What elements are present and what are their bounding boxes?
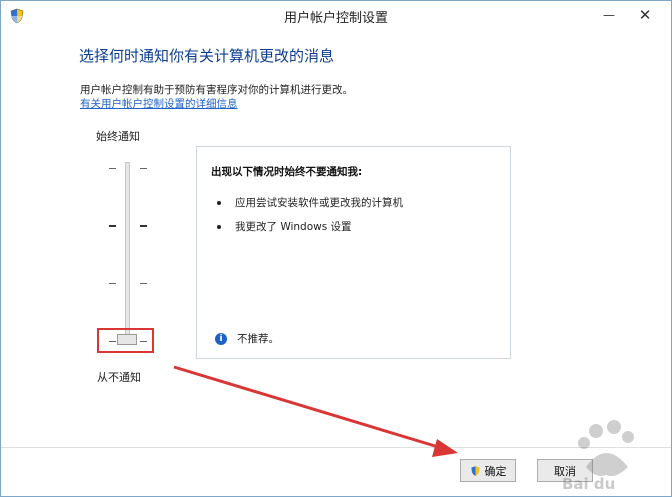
uac-settings-window: 用户帐户控制设置 — ✕ 选择何时通知你有关计算机更改的消息 用户帐户控制有助于… <box>0 0 672 497</box>
minimize-button[interactable]: — <box>593 1 625 31</box>
cancel-button[interactable]: 取消 <box>537 459 593 482</box>
bullet-text: 应用尝试安装软件或更改我的计算机 <box>235 197 403 209</box>
slider-tick <box>140 225 147 227</box>
slider-tick <box>140 168 147 169</box>
panel-note: i 不推荐。 <box>215 331 279 346</box>
slider-tick <box>109 225 116 227</box>
note-text: 不推荐。 <box>237 333 279 345</box>
bullet-text: 我更改了 Windows 设置 <box>235 221 352 233</box>
ok-button-label: 确定 <box>484 464 507 478</box>
annotation-highlight-box <box>97 328 154 353</box>
panel-bullet-item: 我更改了 Windows 设置 <box>217 219 352 234</box>
setting-description-panel: 出现以下情况时始终不要通知我: 应用尝试安装软件或更改我的计算机 我更改了 Wi… <box>196 146 511 359</box>
bullet-icon <box>217 201 221 205</box>
title-bar[interactable]: 用户帐户控制设置 — ✕ <box>1 1 671 31</box>
info-icon: i <box>215 333 227 345</box>
bullet-icon <box>217 225 221 229</box>
slider-tick <box>109 168 116 169</box>
panel-title: 出现以下情况时始终不要通知我: <box>211 166 363 178</box>
ok-button[interactable]: 确定 <box>460 459 516 482</box>
uac-shield-icon <box>470 465 480 476</box>
panel-bullet-item: 应用尝试安装软件或更改我的计算机 <box>217 195 403 210</box>
page-description: 用户帐户控制有助于预防有害程序对你的计算机进行更改。 <box>80 84 353 96</box>
slider-tick <box>140 283 147 284</box>
close-button[interactable]: ✕ <box>629 1 661 31</box>
slider-tick <box>109 283 116 284</box>
slider-track[interactable] <box>125 162 130 342</box>
slider-label-always-notify: 始终通知 <box>96 130 140 143</box>
uac-details-link[interactable]: 有关用户帐户控制设置的详细信息 <box>80 96 238 111</box>
slider-label-never-notify: 从不通知 <box>97 371 141 384</box>
page-heading: 选择何时通知你有关计算机更改的消息 <box>79 47 335 65</box>
cancel-button-label: 取消 <box>554 464 576 478</box>
window-title: 用户帐户控制设置 <box>283 11 388 26</box>
